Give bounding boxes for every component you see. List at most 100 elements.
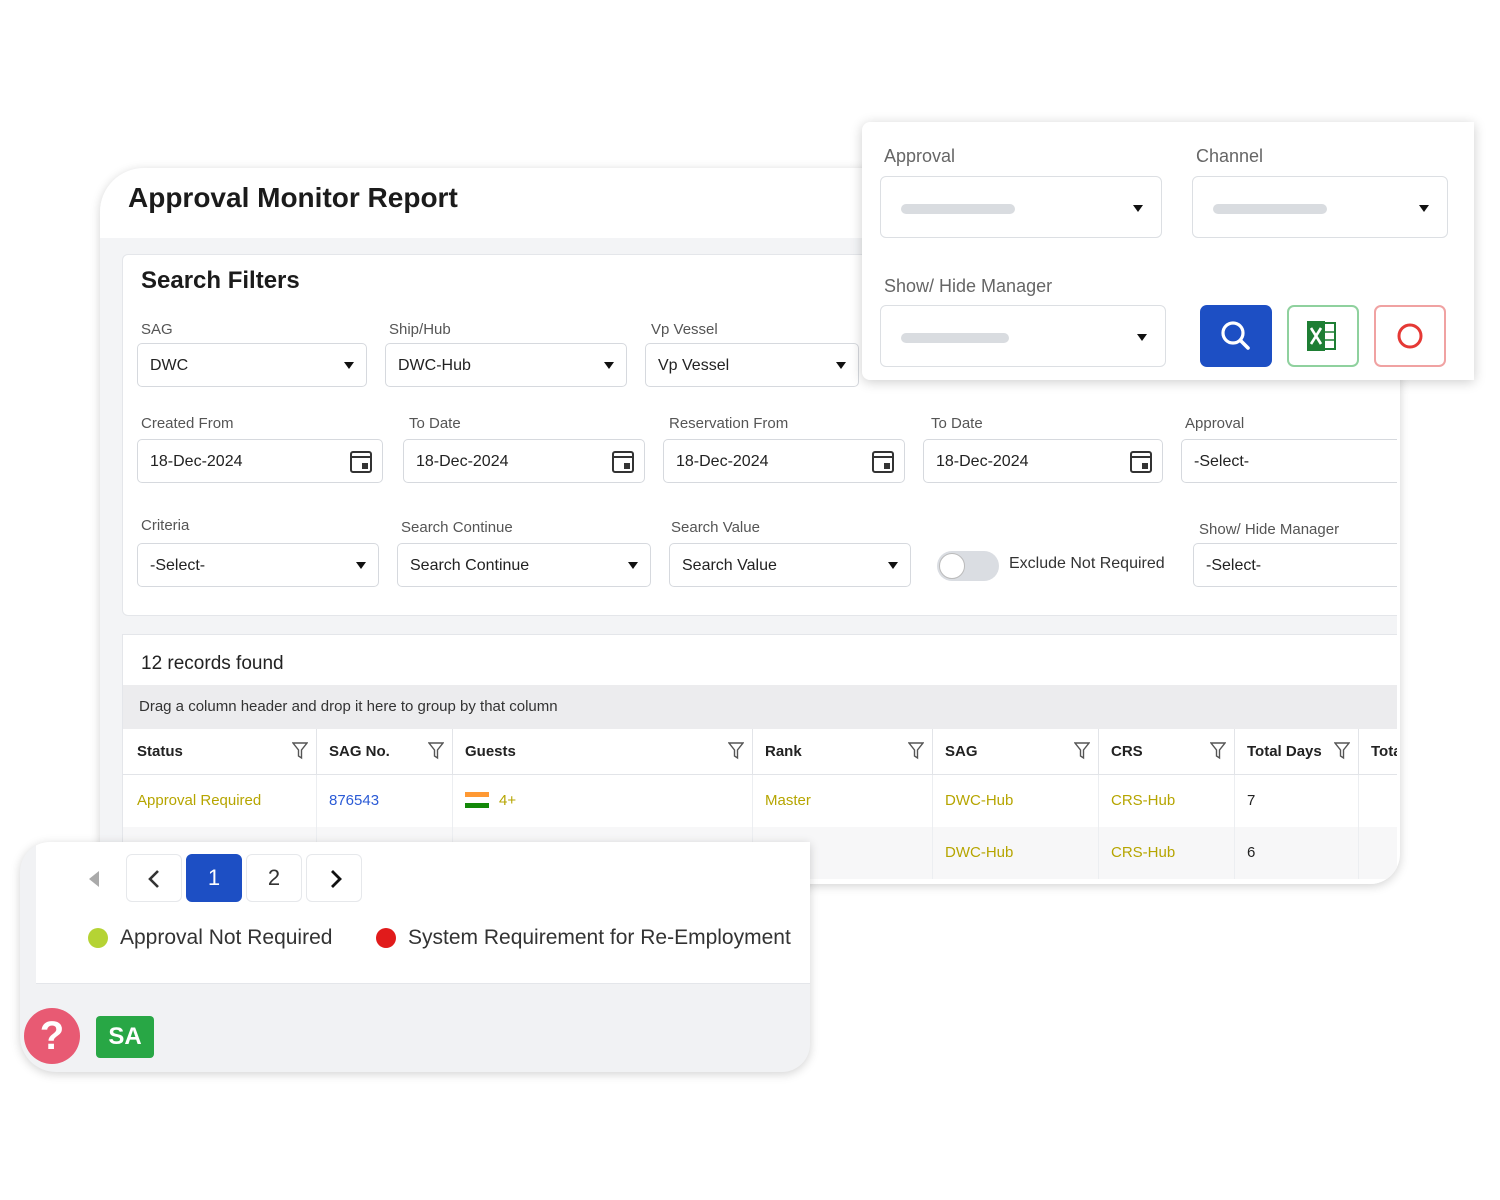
column-header-sag-no[interactable]: SAG No.	[317, 729, 453, 775]
filter-icon[interactable]	[292, 742, 308, 760]
sag-value: DWC	[150, 357, 189, 374]
user-avatar-badge[interactable]: SA	[96, 1016, 154, 1058]
created-from-value: 18-Dec-2024	[150, 453, 243, 470]
to-date-input[interactable]: 18-Dec-2024	[403, 439, 645, 483]
calendar-icon[interactable]	[872, 451, 894, 473]
search-button[interactable]	[1200, 305, 1272, 367]
export-excel-button[interactable]	[1287, 305, 1359, 367]
chevron-right-icon	[331, 870, 342, 888]
column-title: Status	[137, 743, 183, 760]
ship-hub-select[interactable]: DWC-Hub	[385, 343, 627, 387]
to-date-2-input[interactable]: 18-Dec-2024	[923, 439, 1163, 483]
prev-page-button[interactable]	[126, 854, 182, 902]
column-title: SAG	[945, 743, 978, 760]
column-title: Rank	[765, 743, 802, 760]
vp-vessel-select[interactable]: Vp Vessel	[645, 343, 859, 387]
column-title: Tota	[1371, 743, 1397, 760]
cell-sag-no: 876543	[317, 775, 453, 827]
chevron-down-icon	[1419, 205, 1429, 212]
chevron-down-icon	[356, 562, 366, 569]
search-icon	[1221, 321, 1250, 350]
popup-channel-select[interactable]	[1192, 176, 1448, 238]
page-title: Approval Monitor Report	[128, 182, 458, 213]
vp-vessel-label: Vp Vessel	[651, 321, 718, 338]
chevron-left-icon	[148, 870, 159, 888]
sag-no-link[interactable]: 876543	[329, 792, 379, 809]
cell-status: Approval Required	[125, 775, 317, 827]
help-button[interactable]: ?	[24, 1008, 80, 1064]
search-continue-select[interactable]: Search Continue	[397, 543, 651, 587]
show-hide-manager-label: Show/ Hide Manager	[1199, 521, 1340, 538]
sag-text: DWC-Hub	[945, 792, 1014, 809]
approval-select[interactable]: -Select-	[1181, 439, 1397, 483]
column-header-total-days[interactable]: Total Days	[1235, 729, 1359, 775]
page-2-button[interactable]: 2	[246, 854, 302, 902]
show-hide-manager-select[interactable]: -Select-	[1193, 543, 1397, 587]
column-header-rank[interactable]: Rank	[753, 729, 933, 775]
search-value-value: Search Value	[682, 557, 777, 574]
search-value-select[interactable]: Search Value	[669, 543, 911, 587]
reset-button[interactable]	[1374, 305, 1446, 367]
chevron-down-icon	[1133, 205, 1143, 212]
caret-left-icon	[89, 871, 99, 887]
cell-sag: DWC-Hub	[933, 827, 1099, 879]
vp-vessel-value: Vp Vessel	[658, 357, 730, 374]
sag-text: DWC-Hub	[945, 844, 1014, 861]
created-from-input[interactable]: 18-Dec-2024	[137, 439, 383, 483]
column-header-crs[interactable]: CRS	[1099, 729, 1235, 775]
page-1-button[interactable]: 1	[186, 854, 242, 902]
filter-icon[interactable]	[1074, 742, 1090, 760]
filter-popup: Approval Channel Show/ Hide Manager	[862, 122, 1474, 380]
excel-icon	[1307, 321, 1336, 351]
screen: Approval Monitor Report Search Filters S…	[0, 0, 1500, 1200]
search-continue-label: Search Continue	[401, 519, 513, 536]
legend-dot-red	[376, 928, 396, 948]
to-date-label: To Date	[409, 415, 461, 432]
reservation-from-input[interactable]: 18-Dec-2024	[663, 439, 905, 483]
to-date-2-value: 18-Dec-2024	[936, 453, 1029, 470]
popup-approval-select[interactable]	[880, 176, 1162, 238]
approval-label: Approval	[1185, 415, 1245, 432]
criteria-select[interactable]: -Select-	[137, 543, 379, 587]
cell-guests: 4+	[453, 775, 753, 827]
placeholder-bar	[1213, 204, 1327, 214]
column-title: Guests	[465, 743, 516, 760]
group-by-drop-zone[interactable]: Drag a column header and drop it here to…	[123, 685, 1397, 729]
next-page-button[interactable]	[306, 854, 362, 902]
reservation-from-value: 18-Dec-2024	[676, 453, 769, 470]
cell-total-days: 7	[1235, 775, 1359, 827]
reset-icon	[1397, 323, 1423, 349]
sag-select[interactable]: DWC	[137, 343, 367, 387]
records-count: 12 records found	[141, 653, 284, 674]
filter-icon[interactable]	[908, 742, 924, 760]
chevron-down-icon	[1137, 334, 1147, 341]
approval-value: -Select-	[1194, 453, 1250, 470]
filter-icon[interactable]	[1210, 742, 1226, 760]
column-header-guests[interactable]: Guests	[453, 729, 753, 775]
table-row[interactable]: Approval Required 876543 4+ Master DWC-H…	[123, 775, 1397, 827]
column-header-status[interactable]: Status	[125, 729, 317, 775]
status-text: Approval Required	[137, 792, 262, 809]
exclude-not-required-toggle[interactable]	[937, 551, 999, 581]
cell-crs: CRS-Hub	[1099, 775, 1235, 827]
popup-manager-select[interactable]	[880, 305, 1166, 367]
ship-hub-label: Ship/Hub	[389, 321, 451, 338]
filter-icon[interactable]	[1334, 742, 1350, 760]
calendar-icon[interactable]	[350, 451, 372, 473]
sag-label: SAG	[141, 321, 173, 338]
legend-dot-green	[88, 928, 108, 948]
filters-title: Search Filters	[141, 267, 300, 294]
total-days-text: 6	[1247, 844, 1256, 861]
first-page-button[interactable]	[66, 854, 122, 902]
chevron-down-icon	[344, 362, 354, 369]
calendar-icon[interactable]	[1130, 451, 1152, 473]
column-header-total[interactable]: Tota	[1359, 729, 1397, 775]
show-hide-manager-value: -Select-	[1206, 557, 1262, 574]
filter-icon[interactable]	[728, 742, 744, 760]
to-date-value: 18-Dec-2024	[416, 453, 509, 470]
filter-icon[interactable]	[428, 742, 444, 760]
criteria-value: -Select-	[150, 557, 206, 574]
column-header-sag[interactable]: SAG	[933, 729, 1099, 775]
calendar-icon[interactable]	[612, 451, 634, 473]
placeholder-bar	[901, 204, 1015, 214]
